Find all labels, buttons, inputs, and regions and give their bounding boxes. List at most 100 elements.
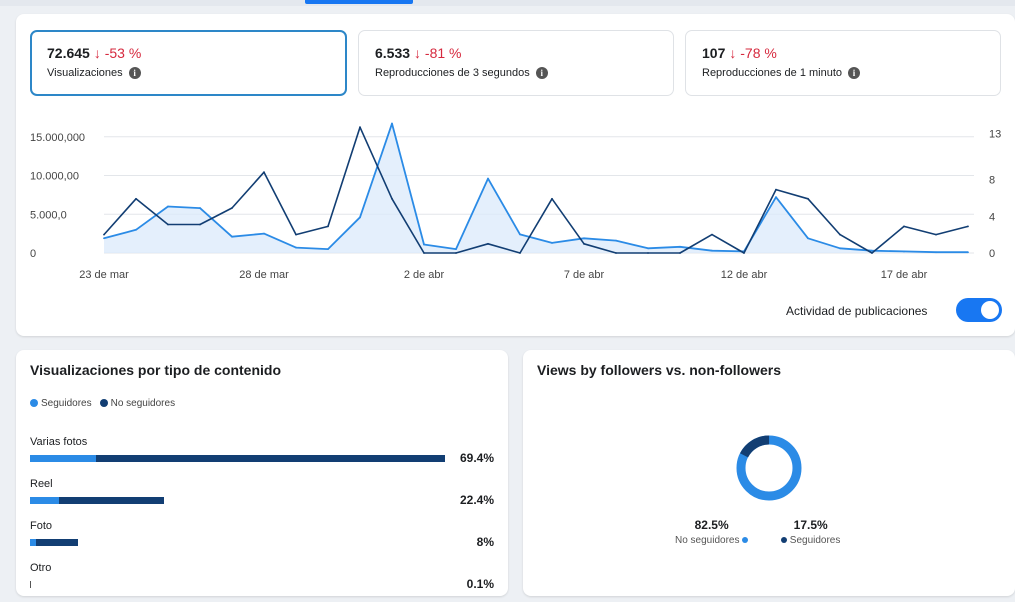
data-point bbox=[391, 122, 393, 125]
data-point bbox=[903, 250, 905, 253]
toggle-label: Actividad de publicaciones bbox=[786, 304, 928, 318]
data-point bbox=[679, 245, 681, 248]
data-point bbox=[167, 205, 169, 208]
bar-row: Otro 0.1% bbox=[30, 562, 500, 602]
donut-value: 17.5% bbox=[793, 518, 828, 532]
bar-label: Otro bbox=[30, 562, 52, 574]
donut-legend-non-followers: 82.5% No seguidores bbox=[675, 518, 749, 546]
data-point bbox=[487, 242, 489, 245]
data-point bbox=[903, 225, 905, 228]
y-right-tick-label: 13 bbox=[989, 129, 1001, 141]
x-tick-label: 23 de mar bbox=[79, 269, 129, 281]
data-point bbox=[231, 235, 233, 238]
data-point bbox=[103, 233, 105, 236]
data-point bbox=[839, 247, 841, 250]
data-point bbox=[647, 252, 649, 254]
bar-percentage: 69.4% bbox=[459, 451, 494, 465]
bar-segment-non-followers bbox=[35, 539, 78, 546]
bar-segment-non-followers bbox=[30, 581, 31, 588]
bar-segment-followers bbox=[30, 455, 97, 462]
data-point bbox=[967, 251, 969, 254]
card-title: Visualizaciones por tipo de contenido bbox=[30, 362, 282, 378]
bar-label: Varias fotos bbox=[30, 436, 88, 448]
data-point bbox=[871, 249, 873, 252]
bar-track bbox=[30, 581, 31, 588]
bar-track bbox=[30, 497, 164, 504]
data-point bbox=[711, 249, 713, 252]
legend-item-non-followers: No seguidores bbox=[99, 398, 175, 409]
followers-split-card: Views by followers vs. non-followers 82.… bbox=[523, 350, 1015, 596]
bar-segment-non-followers bbox=[96, 455, 445, 462]
data-point bbox=[167, 223, 169, 226]
data-point bbox=[935, 251, 937, 254]
active-tab-indicator bbox=[305, 0, 413, 4]
data-point bbox=[519, 252, 521, 254]
bar-percentage: 22.4% bbox=[459, 493, 494, 507]
data-point bbox=[327, 248, 329, 251]
card-title: Views by followers vs. non-followers bbox=[537, 362, 782, 378]
data-point bbox=[935, 233, 937, 236]
data-point bbox=[231, 207, 233, 209]
bar-segment-followers bbox=[30, 497, 60, 504]
x-tick-label: 28 de mar bbox=[239, 269, 289, 281]
data-point bbox=[967, 225, 969, 228]
bar-percentage: 8% bbox=[476, 535, 494, 549]
y-right-tick-label: 0 bbox=[989, 248, 995, 260]
chart-legend: Seguidores No seguidores bbox=[30, 398, 175, 409]
data-point bbox=[295, 233, 297, 236]
data-point bbox=[615, 239, 617, 242]
bar-row: Varias fotos 69.4% bbox=[30, 436, 500, 476]
x-tick-label: 7 de abr bbox=[564, 269, 605, 281]
data-point bbox=[583, 242, 585, 245]
data-point bbox=[839, 233, 841, 236]
y-right-tick-label: 4 bbox=[989, 211, 995, 223]
data-point bbox=[295, 246, 297, 249]
x-tick-label: 17 de abr bbox=[881, 269, 928, 281]
data-point bbox=[807, 197, 809, 200]
bar-track bbox=[30, 455, 445, 462]
content-type-card: Visualizaciones por tipo de contenido Se… bbox=[16, 350, 508, 596]
views-line-chart: 0 5.000,0 10.000,00 15.000,000 0 4 8 13 23 de ma… bbox=[30, 122, 1001, 281]
data-point bbox=[775, 196, 777, 199]
data-point bbox=[519, 233, 521, 236]
followers-donut-chart bbox=[736, 435, 802, 501]
y-left-tick-label: 15.000,000 bbox=[30, 132, 85, 144]
legend-item-followers: Seguidores bbox=[30, 398, 92, 409]
y-left-tick-label: 0 bbox=[30, 248, 36, 260]
data-point bbox=[103, 237, 105, 240]
x-tick-label: 12 de abr bbox=[721, 269, 768, 281]
series-line-1 bbox=[103, 126, 969, 254]
data-point bbox=[199, 207, 201, 209]
data-point bbox=[359, 216, 361, 219]
y-left-tick-label: 10.000,00 bbox=[30, 171, 79, 183]
overview-card: 72.645 ↓ -53 % Visualizaciones i 6.533 ↓ -8… bbox=[16, 14, 1015, 336]
data-point bbox=[679, 252, 681, 254]
bar-percentage: 0.1% bbox=[466, 577, 494, 591]
data-point bbox=[743, 252, 745, 254]
bar-segment-non-followers bbox=[59, 497, 164, 504]
data-point bbox=[327, 225, 329, 228]
data-point bbox=[871, 252, 873, 254]
bar-track bbox=[30, 539, 78, 546]
data-point bbox=[359, 126, 361, 129]
data-point bbox=[423, 243, 425, 246]
bar-label: Foto bbox=[30, 520, 53, 532]
data-point bbox=[807, 237, 809, 240]
data-point bbox=[263, 171, 265, 174]
data-point bbox=[615, 252, 617, 254]
data-point bbox=[391, 197, 393, 200]
data-point bbox=[263, 232, 265, 235]
data-point bbox=[135, 197, 137, 200]
donut-value: 82.5% bbox=[694, 518, 729, 532]
data-point bbox=[455, 252, 457, 254]
donut-legend-followers: 17.5% Seguidores bbox=[781, 518, 840, 546]
data-point bbox=[647, 247, 649, 250]
y-right-tick-label: 8 bbox=[989, 175, 995, 187]
post-activity-toggle[interactable] bbox=[956, 298, 1002, 322]
bar-label: Reel bbox=[30, 478, 53, 490]
bar-row: Reel 22.4% bbox=[30, 478, 500, 518]
data-point bbox=[423, 252, 425, 254]
data-point bbox=[487, 177, 489, 180]
data-point bbox=[583, 237, 585, 240]
data-point bbox=[135, 228, 137, 231]
